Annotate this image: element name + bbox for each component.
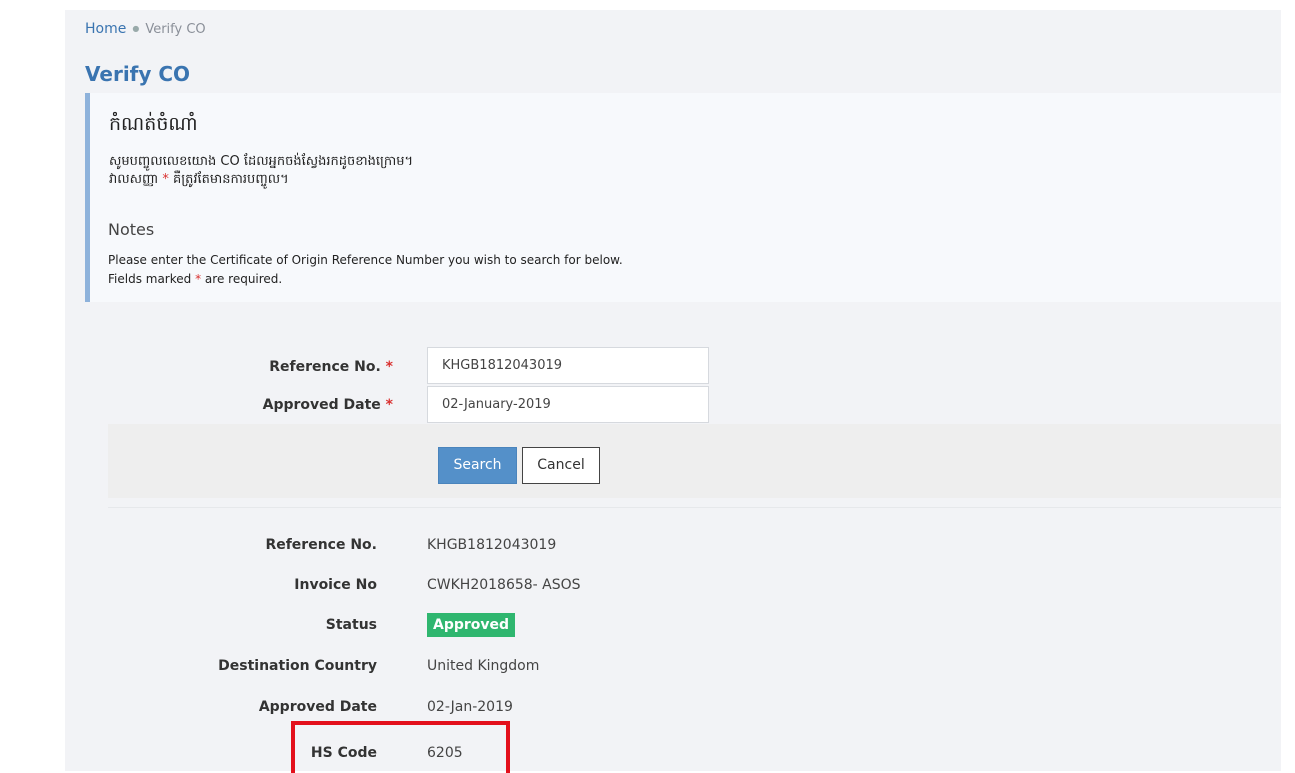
page-title: Verify CO [85, 62, 191, 86]
notes-english-line-2: Fields marked * are required. [108, 272, 282, 286]
required-mark: * [385, 359, 393, 375]
reference-no-label-text: Reference No. [269, 359, 381, 375]
divider [108, 507, 1281, 508]
notes-khmer-line-2-start: វាលសញ្ញា [109, 172, 159, 187]
result-approved-date-value: 02-Jan-2019 [427, 699, 513, 715]
approved-date-label: Approved Date * [65, 397, 393, 413]
cancel-button[interactable]: Cancel [522, 447, 600, 484]
result-destination-label: Destination Country [218, 658, 377, 674]
notes-english-line-2-start: Fields marked [108, 272, 192, 286]
result-reference-value: KHGB1812043019 [427, 537, 557, 553]
notes-english-line-2-end: are required. [204, 272, 283, 286]
required-mark: * [195, 272, 202, 286]
reference-no-input[interactable]: KHGB1812043019 [427, 347, 709, 384]
result-approved-date-label: Approved Date [258, 699, 377, 715]
result-invoice-label: Invoice No [294, 577, 377, 593]
result-destination-value: United Kingdom [427, 658, 540, 674]
approved-date-label-text: Approved Date [262, 397, 381, 413]
breadcrumb: Home ● Verify CO [85, 21, 206, 37]
main-content: Home ● Verify CO Verify CO កំណត់ចំណាំ សូមប… [65, 10, 1281, 771]
result-reference-label: Reference No. [265, 537, 377, 553]
notes-khmer-line-2: វាលសញ្ញា * គឺត្រូវតែមានការបញ្ចូល។ [109, 171, 289, 190]
approved-date-input[interactable]: 02-January-2019 [427, 386, 709, 423]
notes-english-line-1: Please enter the Certificate of Origin R… [108, 253, 623, 267]
result-status-label: Status [325, 617, 377, 633]
search-button[interactable]: Search [438, 447, 517, 484]
notes-title: Notes [108, 220, 155, 239]
required-mark: * [162, 172, 169, 187]
notes-khmer-line-2-end: គឺត្រូវតែមានការបញ្ចូល។ [173, 172, 289, 187]
reference-no-label: Reference No. * [65, 359, 393, 375]
notes-khmer-line-1: សូមបញ្ចូលលេខយោង CO ដែលអ្នកចង់ស្វែងរកដូចខ… [109, 154, 414, 169]
breadcrumb-current: Verify CO [145, 22, 206, 37]
notes-khmer-title: កំណត់ចំណាំ [109, 113, 198, 135]
notes-panel: កំណត់ចំណាំ សូមបញ្ចូលលេខយោង CO ដែលអ្នកចង់… [85, 93, 1281, 302]
breadcrumb-home-link[interactable]: Home [85, 21, 126, 37]
breadcrumb-separator-icon: ● [132, 24, 140, 33]
result-invoice-value: CWKH2018658- ASOS [427, 577, 581, 593]
required-mark: * [385, 397, 393, 413]
form-action-bar: Search Cancel [108, 424, 1281, 498]
hs-code-highlight-box [291, 721, 510, 773]
status-badge: Approved [427, 613, 516, 637]
